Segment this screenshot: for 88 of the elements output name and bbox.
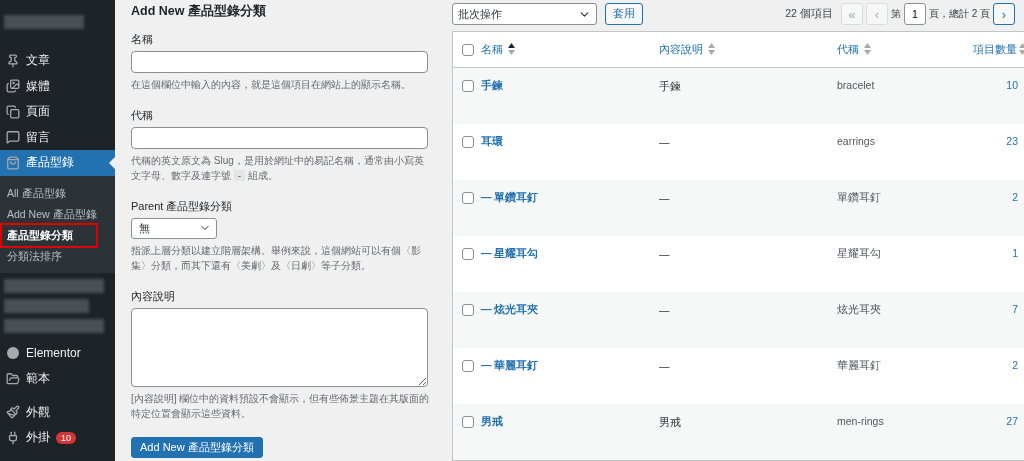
- pin-icon: [6, 53, 20, 68]
- circle-logo-icon: [7, 347, 19, 360]
- plug-icon: [6, 430, 20, 445]
- count-link[interactable]: 2: [1012, 359, 1018, 371]
- term-name-link[interactable]: 耳環: [481, 135, 503, 147]
- term-name-link[interactable]: — 華麗耳釘: [481, 359, 539, 371]
- table-cell: bracelet: [837, 79, 875, 91]
- field-hint: 代稱的英文原文為 Slug，是用於網址中的易記名稱，通常由小寫英文字母、數字及連字號 - 組成。: [131, 153, 425, 183]
- column-header[interactable]: 內容說明: [659, 43, 703, 57]
- media-icon: [6, 79, 20, 94]
- checkbox[interactable]: [462, 80, 474, 92]
- count-link[interactable]: 7: [1012, 303, 1018, 315]
- table-cell: —: [659, 136, 670, 148]
- checkbox[interactable]: [462, 136, 474, 148]
- folder-icon: [6, 371, 20, 386]
- field-label: 內容說明: [131, 288, 176, 304]
- field-label: 名稱: [131, 32, 154, 47]
- table-cell: —: [659, 192, 670, 204]
- description-field[interactable]: [131, 307, 428, 387]
- parent-select[interactable]: 無: [131, 217, 217, 239]
- text-field[interactable]: [131, 126, 428, 149]
- checkbox[interactable]: [462, 304, 474, 316]
- item-count: 22 個項目: [785, 7, 833, 21]
- checkbox[interactable]: [462, 416, 474, 428]
- menu-item[interactable]: 範本: [0, 366, 115, 392]
- submenu-item[interactable]: 產品型錄分類: [2, 224, 96, 246]
- menu-item[interactable]: 頁面: [0, 99, 115, 125]
- submit-button[interactable]: Add New 產品型錄分類: [131, 436, 263, 458]
- count-link[interactable]: 1: [1012, 247, 1018, 259]
- bag-icon: [6, 155, 20, 170]
- count-link[interactable]: 23: [1006, 135, 1018, 147]
- page-label: 第: [890, 7, 901, 21]
- text-field[interactable]: [131, 51, 428, 73]
- sort-icon: [1018, 43, 1024, 55]
- table-cell: 男戒: [659, 416, 681, 428]
- table-cell: 華麗耳釘: [837, 359, 881, 371]
- form-title: Add New 產品型錄分類: [131, 3, 267, 20]
- field-hint: [內容說明] 欄位中的資料預設不會顯示，但有些佈景主題在其版面的特定位置會顯示這些資料。: [131, 391, 431, 421]
- page-button[interactable]: ›: [993, 3, 1015, 25]
- submenu-item[interactable]: Add New 產品型錄: [2, 203, 113, 225]
- count-link[interactable]: 27: [1006, 415, 1018, 427]
- page-input[interactable]: 1: [903, 3, 926, 25]
- pages-icon: [6, 104, 20, 119]
- menu-item[interactable]: 外掛 10: [0, 425, 115, 451]
- table-cell: earrings: [837, 135, 875, 147]
- checkbox[interactable]: [462, 44, 474, 56]
- page-label: 頁，總計 2 頁: [928, 7, 990, 21]
- term-name-link[interactable]: 男戒: [481, 415, 503, 427]
- sort-icon: [708, 43, 715, 55]
- table-cell: 炫光耳夾: [837, 303, 881, 315]
- menu-item[interactable]: Elementor: [0, 340, 115, 366]
- table-cell: —: [659, 304, 670, 316]
- field-label: Parent 產品型錄分類: [131, 198, 234, 214]
- count-badge: 10: [56, 431, 76, 444]
- field-hint: 在這個欄位中輸入的內容，就是這個項目在網站上的顯示名稱。: [131, 78, 412, 92]
- term-name-link[interactable]: — 星耀耳勾: [481, 247, 539, 259]
- table-cell: 星耀耳勾: [837, 247, 881, 259]
- table-cell: men-rings: [837, 415, 884, 427]
- menu-item[interactable]: 留言: [0, 124, 115, 150]
- sort-icon: [864, 43, 871, 55]
- table-cell: 單鑽耳釘: [837, 191, 881, 203]
- checkbox[interactable]: [462, 192, 474, 204]
- bulk-action-select[interactable]: 批次操作: [452, 3, 597, 25]
- submenu-item[interactable]: 分類法排序: [2, 245, 113, 267]
- term-name-link[interactable]: — 炫光耳夾: [481, 303, 539, 315]
- field-label: 代稱: [131, 107, 154, 123]
- term-name-link[interactable]: — 單鑽耳釘: [481, 191, 539, 203]
- submenu-item[interactable]: All 產品型錄: [2, 182, 113, 204]
- table-cell: —: [659, 248, 670, 260]
- column-header[interactable]: 代稱: [837, 43, 859, 57]
- table-cell: 手鍊: [659, 80, 681, 92]
- menu-item[interactable]: 外觀: [0, 399, 115, 425]
- checkbox[interactable]: [462, 248, 474, 260]
- menu-item[interactable]: 文章: [0, 48, 115, 74]
- checkbox[interactable]: [462, 360, 474, 372]
- menu-item[interactable]: 媒體: [0, 73, 115, 99]
- apply-button[interactable]: 套用: [605, 3, 643, 25]
- table-cell: —: [659, 360, 670, 372]
- menu-item[interactable]: 產品型錄: [0, 150, 115, 176]
- brush-icon: [6, 405, 20, 420]
- sort-icon: [508, 43, 515, 55]
- count-link[interactable]: 10: [1006, 79, 1018, 91]
- column-header[interactable]: 項目數量: [972, 43, 1017, 57]
- count-link[interactable]: 2: [1012, 191, 1018, 203]
- term-name-link[interactable]: 手鍊: [481, 79, 503, 91]
- comment-icon: [6, 130, 20, 145]
- column-header[interactable]: 名稱: [481, 43, 503, 57]
- field-hint: 指派上層分類以建立階層架構。舉例來說，這個網站可以有個〈影集〉分類，而其下還有〈美劇〉及〈日劇〉等子分類。: [131, 243, 422, 273]
